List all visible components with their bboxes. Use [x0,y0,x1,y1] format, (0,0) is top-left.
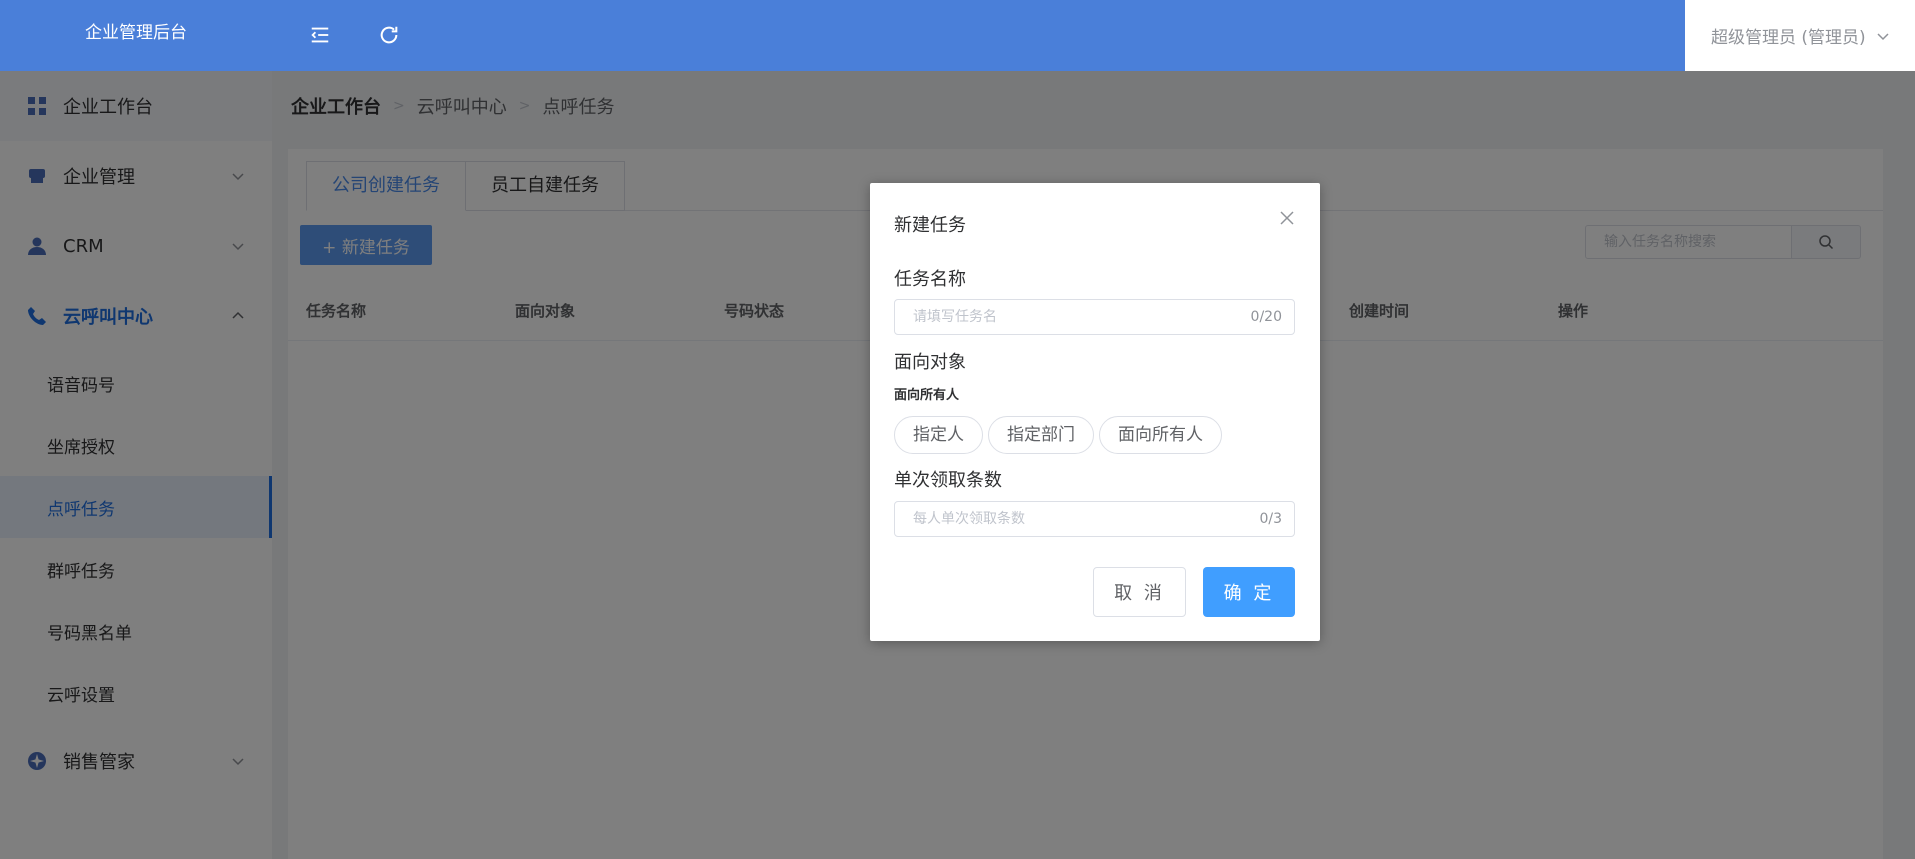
user-menu[interactable]: 超级管理员 (管理员) [1685,0,1915,71]
option-specific-department[interactable]: 指定部门 [988,416,1094,454]
refresh-icon[interactable] [374,20,404,50]
target-label: 面向对象 [894,352,966,373]
task-name-field: 0/20 [894,299,1295,335]
user-name: 超级管理员 (管理员) [1711,28,1866,48]
task-name-input[interactable] [895,300,1294,334]
chevron-down-icon [1877,32,1889,40]
confirm-button[interactable]: 确 定 [1203,567,1295,617]
limit-field: 0/3 [894,501,1295,537]
target-options: 指定人 指定部门 面向所有人 [894,416,1227,454]
limit-input[interactable] [895,502,1294,536]
task-name-label: 任务名称 [894,269,966,290]
target-selected-value: 面向所有人 [894,388,960,403]
dialog-title: 新建任务 [894,215,966,236]
limit-label: 单次领取条数 [894,470,1002,491]
option-specific-person[interactable]: 指定人 [894,416,983,454]
close-icon[interactable] [1278,209,1296,227]
app-title: 企业管理后台 [85,23,187,43]
option-everyone[interactable]: 面向所有人 [1099,416,1222,454]
new-task-dialog: 新建任务 任务名称 0/20 面向对象 面向所有人 指定人 指定部门 面向所有人… [870,183,1320,641]
cancel-button[interactable]: 取 消 [1093,567,1186,617]
top-header: 企业管理后台 超级管理员 (管理员) [0,0,1915,71]
collapse-menu-icon[interactable] [305,20,335,50]
char-counter: 0/3 [1259,511,1282,527]
char-counter: 0/20 [1250,309,1282,325]
